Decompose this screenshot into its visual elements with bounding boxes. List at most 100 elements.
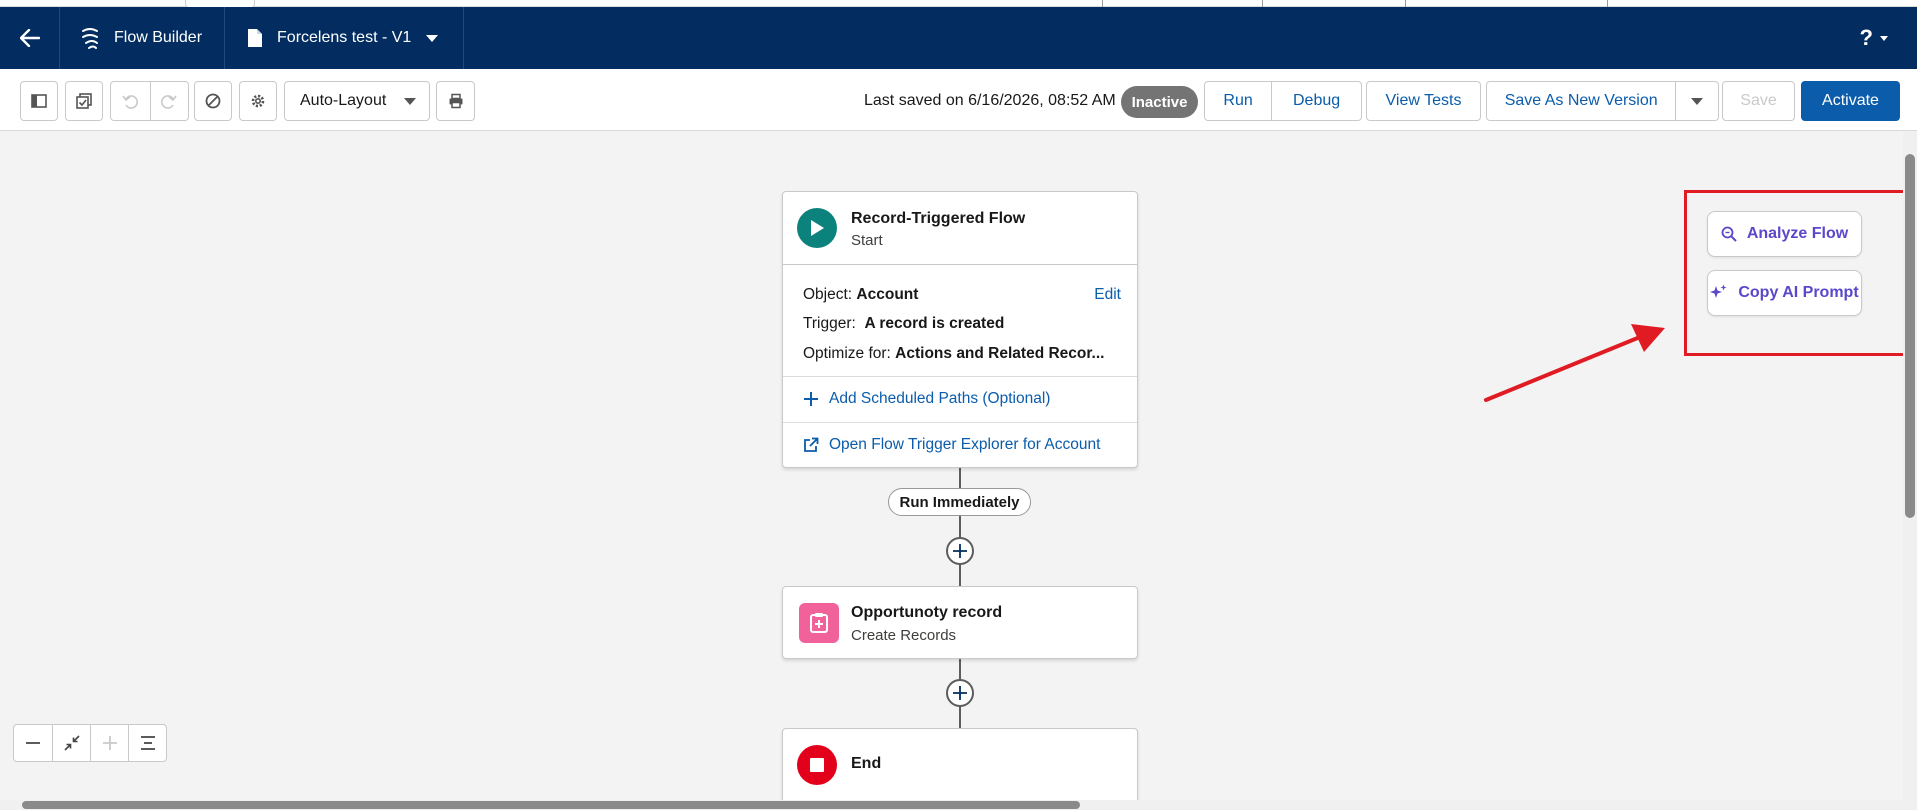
run-immediately-path-label[interactable]: Run Immediately	[888, 488, 1031, 516]
new-window-icon	[804, 437, 819, 452]
app-title: Flow Builder	[60, 7, 226, 69]
app-header: Flow Builder Forcelens test - V1 ?	[0, 7, 1917, 69]
object-value: Account	[856, 286, 919, 303]
add-scheduled-paths-link[interactable]: Add Scheduled Paths (Optional)	[803, 390, 1050, 408]
add-element-button[interactable]	[946, 537, 974, 565]
browser-top-strip	[0, 0, 1917, 8]
add-icon	[953, 544, 967, 558]
vertical-scroll-thumb[interactable]	[1905, 154, 1915, 518]
horizontal-scroll-thumb[interactable]	[22, 801, 1080, 809]
end-node-title: End	[851, 755, 882, 772]
settings-button[interactable]	[239, 81, 277, 121]
view-tests-button[interactable]: View Tests	[1366, 81, 1481, 121]
layout-select[interactable]: Auto-Layout	[284, 81, 430, 121]
divider	[783, 376, 1137, 377]
align-center-icon	[140, 736, 155, 750]
object-row: Object: Account	[803, 286, 918, 304]
start-node[interactable]: Record-Triggered Flow Start Object: Acco…	[782, 191, 1138, 468]
status-badge: Inactive	[1121, 86, 1198, 118]
create-node-title: Opportunoty record	[851, 604, 1003, 621]
trigger-label: Trigger:	[803, 315, 856, 332]
save-options-button[interactable]	[1675, 82, 1718, 120]
create-records-icon	[799, 603, 839, 643]
start-node-subtitle: Start	[851, 232, 883, 249]
trigger-row: Trigger: A record is created	[803, 315, 1004, 333]
play-icon	[797, 208, 837, 248]
view-errors-button[interactable]	[65, 81, 103, 121]
undo-button[interactable]	[111, 82, 150, 120]
save-as-new-version-button[interactable]: Save As New Version	[1487, 82, 1675, 120]
undo-icon	[122, 95, 139, 109]
caret-down-icon	[1880, 36, 1888, 41]
horizontal-scrollbar[interactable]	[0, 800, 1917, 810]
last-saved-text: Last saved on 6/16/2026, 08:52 AM	[864, 92, 1116, 109]
save-as-group: Save As New Version	[1486, 81, 1719, 121]
add-scheduled-paths-label: Add Scheduled Paths (Optional)	[829, 390, 1051, 407]
help-menu[interactable]: ?	[1860, 7, 1889, 69]
open-trigger-explorer-label: Open Flow Trigger Explorer for Account	[829, 436, 1101, 453]
create-records-node[interactable]: Opportunoty record Create Records	[782, 586, 1138, 659]
optimize-label: Optimize for:	[803, 345, 891, 362]
save-button[interactable]: Save	[1722, 81, 1795, 121]
fit-view-button[interactable]	[52, 725, 90, 761]
redo-icon	[161, 95, 177, 109]
annotation-highlight-box	[1684, 190, 1908, 356]
add-icon	[804, 392, 818, 406]
layout-select-value: Auto-Layout	[300, 92, 387, 109]
vertical-scrollbar[interactable]	[1903, 132, 1917, 802]
strip-divider	[1262, 0, 1263, 7]
create-node-subtitle: Create Records	[851, 627, 957, 644]
redo-button[interactable]	[149, 82, 189, 120]
edit-trigger-link[interactable]: Edit	[1094, 286, 1121, 304]
undo-redo-group	[110, 81, 189, 121]
flow-icon	[82, 28, 98, 49]
arrow-left-icon	[19, 29, 40, 47]
caret-down-icon	[404, 97, 416, 105]
print-icon	[449, 93, 462, 109]
gear-icon	[251, 94, 265, 108]
add-element-button[interactable]	[946, 679, 974, 707]
strip-divider	[1607, 0, 1608, 7]
end-node[interactable]: End	[782, 728, 1138, 800]
start-node-title: Record-Triggered Flow	[851, 210, 1026, 227]
flow-name-menu[interactable]: Forcelens test - V1	[225, 7, 465, 69]
divider	[783, 264, 1137, 265]
checklist-icon	[76, 93, 92, 109]
open-trigger-explorer-link[interactable]: Open Flow Trigger Explorer for Account	[803, 436, 1100, 454]
optimize-value: Actions and Related Recor...	[895, 345, 1105, 362]
ban-icon	[205, 93, 221, 109]
run-debug-group: Run Debug	[1204, 81, 1362, 121]
flow-name: Forcelens test - V1	[277, 29, 412, 46]
zoom-out-button[interactable]	[14, 725, 52, 761]
minus-icon	[26, 742, 40, 744]
contract-icon	[63, 735, 80, 751]
back-button[interactable]	[0, 7, 60, 69]
caret-down-icon	[426, 35, 439, 42]
question-icon: ?	[1859, 25, 1873, 50]
document-icon	[248, 29, 263, 47]
toolbar: Auto-Layout Last saved on 6/16/2026, 08:…	[0, 69, 1917, 131]
print-button[interactable]	[436, 81, 475, 121]
run-button[interactable]: Run	[1205, 82, 1271, 120]
optimize-row: Optimize for: Actions and Related Recor.…	[803, 345, 1104, 363]
caret-down-icon	[1691, 97, 1704, 105]
clear-button[interactable]	[194, 81, 232, 121]
strip-divider	[1405, 0, 1406, 7]
add-icon	[953, 686, 967, 700]
strip-divider	[1102, 0, 1103, 7]
zoom-in-button[interactable]	[90, 725, 128, 761]
divider	[783, 422, 1137, 423]
toggle-panel-button[interactable]	[20, 81, 58, 121]
panel-icon	[31, 94, 47, 108]
annotation-arrow	[1484, 324, 1665, 402]
stop-icon	[797, 745, 837, 785]
trigger-value: A record is created	[864, 315, 1005, 332]
debug-button[interactable]: Debug	[1271, 82, 1361, 120]
app-name: Flow Builder	[114, 29, 203, 46]
object-label: Object:	[803, 286, 853, 303]
add-icon	[102, 736, 117, 750]
connector-line	[959, 467, 961, 488]
center-view-button[interactable]	[128, 725, 166, 761]
zoom-controls	[13, 724, 167, 762]
activate-button[interactable]: Activate	[1801, 81, 1900, 121]
